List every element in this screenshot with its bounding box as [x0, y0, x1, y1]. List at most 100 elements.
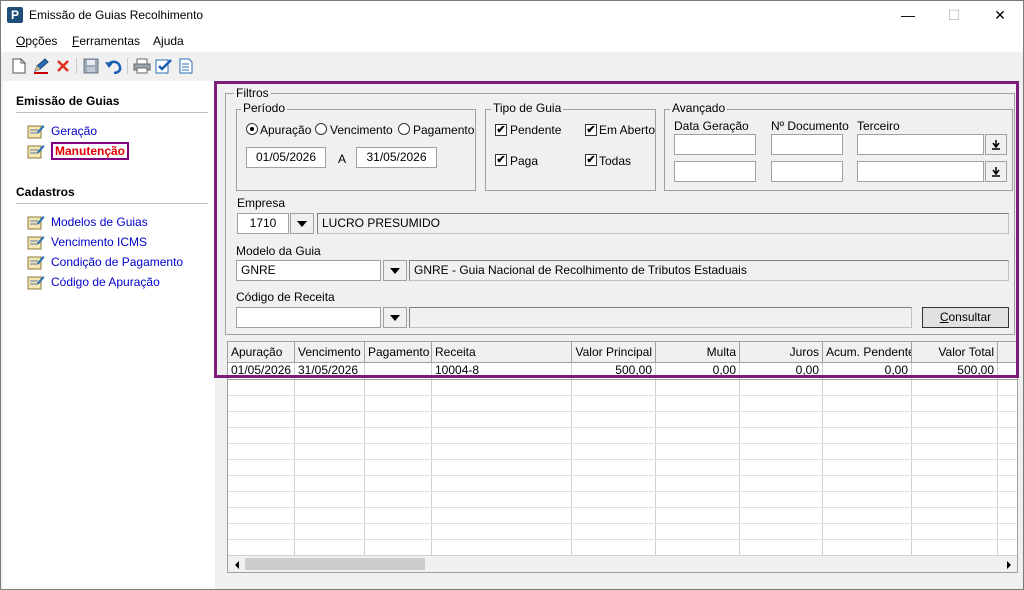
scroll-right-arrow[interactable] — [1001, 557, 1016, 572]
empresa-name-field: LUCRO PRESUMIDO — [317, 213, 1009, 234]
checkbox-em-aberto-label: Em Aberto — [599, 123, 656, 137]
codigo-receita-dropdown-button[interactable] — [383, 307, 407, 328]
col-header-valor-total[interactable]: Valor Total — [912, 342, 998, 362]
nav-item-manutencao[interactable]: Manutenção — [27, 142, 130, 160]
modelo-guia-name-field: GNRE - Guia Nacional de Recolhimento de … — [409, 260, 1009, 281]
modelo-guia-code-input[interactable]: GNRE — [236, 260, 381, 281]
minimize-button[interactable]: — — [885, 1, 931, 30]
checkbox-todas[interactable]: ✔ — [585, 154, 597, 166]
avancado-title: Avançado — [670, 101, 728, 115]
nav-item-condicao-pagamento-label: Condição de Pagamento — [51, 255, 184, 269]
scroll-thumb[interactable] — [245, 558, 425, 570]
grid-row-line — [228, 523, 1017, 524]
window-title: Emissão de Guias Recolhimento — [29, 8, 204, 22]
cell-valor-principal: 500,00 — [615, 363, 652, 377]
empresa-dropdown-button[interactable] — [290, 213, 314, 234]
checkbox-pendente[interactable]: ✔ — [495, 124, 507, 136]
codigo-receita-code-input[interactable] — [236, 307, 381, 328]
nav-divider — [16, 112, 208, 113]
tipo-guia-title: Tipo de Guia — [491, 101, 564, 115]
col-header-receita[interactable]: Receita — [432, 342, 572, 362]
col-header-valor-principal[interactable]: Valor Principal — [572, 342, 656, 362]
terceiro-label: Terceiro — [857, 119, 900, 133]
nav-item-codigo-apuracao-label: Código de Apuração — [51, 275, 160, 289]
col-header-acum-pendente[interactable]: Acum. Pendente — [823, 342, 912, 362]
arrow-right-icon — [1006, 560, 1011, 569]
cell-receita: 10004-8 — [435, 363, 480, 377]
radio-pagamento-label: Pagamento — [413, 123, 475, 137]
grid-row-line — [228, 459, 1017, 460]
horizontal-scrollbar[interactable] — [228, 555, 1017, 572]
grid-header: Apuração Vencimento Pagamento Receita Va… — [228, 342, 1017, 363]
nav-item-vencimento-icms[interactable]: Vencimento ICMS — [27, 234, 147, 250]
menu-ferramentas[interactable]: Ferramentas — [72, 34, 140, 48]
radio-pagamento[interactable] — [398, 123, 410, 135]
radio-apuracao[interactable] — [246, 123, 258, 135]
terceiro-from-lookup[interactable] — [985, 134, 1007, 155]
data-geracao-from-input[interactable] — [674, 134, 756, 155]
terceiro-from-input[interactable] — [857, 134, 984, 155]
data-geracao-to-input[interactable] — [674, 161, 756, 182]
menu-ajuda-label: uda — [163, 34, 184, 48]
data-geracao-label: Data Geração — [674, 119, 749, 133]
results-grid: Apuração Vencimento Pagamento Receita Va… — [227, 341, 1018, 573]
grid-row-line — [228, 539, 1017, 540]
consultar-button[interactable]: Consultar — [922, 307, 1009, 328]
arrow-left-icon — [234, 560, 239, 569]
grid-row-line — [228, 491, 1017, 492]
form-pencil-icon — [27, 236, 45, 250]
nav-item-manutencao-label: Manutenção — [51, 142, 130, 160]
menu-ferramentas-label: erramentas — [79, 34, 141, 48]
nav-item-condicao-pagamento[interactable]: Condição de Pagamento — [27, 254, 183, 270]
save-disk-icon[interactable] — [81, 56, 101, 76]
nav-item-codigo-apuracao[interactable]: Código de Apuração — [27, 274, 160, 290]
new-document-icon[interactable] — [9, 56, 29, 76]
undo-icon[interactable] — [103, 56, 123, 76]
filtros-title: Filtros — [234, 86, 271, 100]
modelo-guia-dropdown-button[interactable] — [383, 260, 407, 281]
approve-check-icon[interactable] — [154, 56, 174, 76]
checkbox-paga[interactable]: ✔ — [495, 154, 507, 166]
terceiro-to-lookup[interactable] — [985, 161, 1007, 182]
menu-ajuda[interactable]: Ajuda — [153, 34, 184, 48]
checkbox-em-aberto[interactable]: ✔ — [585, 124, 597, 136]
scroll-left-arrow[interactable] — [229, 557, 244, 572]
date-to-input[interactable]: 31/05/2026 — [356, 147, 437, 168]
form-pencil-icon — [27, 256, 45, 270]
toolbar — [1, 52, 1023, 79]
print-icon[interactable] — [132, 56, 152, 76]
empresa-code-input[interactable]: 1710 — [237, 213, 289, 234]
codigo-receita-label: Código de Receita — [236, 290, 335, 304]
nav-item-geracao[interactable]: Geração — [27, 123, 97, 139]
cell-vencimento: 31/05/2026 — [298, 363, 359, 377]
radio-apuracao-label: Apuração — [260, 123, 312, 137]
col-header-vencimento[interactable]: Vencimento — [295, 342, 365, 362]
col-header-apuracao[interactable]: Apuração — [228, 342, 295, 362]
nav-item-modelos-guias[interactable]: Modelos de Guias — [27, 214, 148, 230]
terceiro-to-input[interactable] — [857, 161, 984, 182]
modelo-guia-label: Modelo da Guia — [236, 244, 321, 258]
n-documento-label: Nº Documento — [771, 119, 849, 133]
menu-opcoes[interactable]: Opções — [16, 34, 57, 48]
radio-vencimento[interactable] — [315, 123, 327, 135]
delete-x-icon[interactable] — [53, 56, 73, 76]
checkbox-todas-label: Todas — [599, 154, 632, 168]
date-from-input[interactable]: 01/05/2026 — [246, 147, 326, 168]
col-header-pagamento[interactable]: Pagamento — [365, 342, 432, 362]
edit-pencil-icon[interactable] — [31, 56, 51, 76]
grid-row-line — [228, 427, 1017, 428]
maximize-button[interactable]: ☐ — [931, 1, 977, 30]
nav-section-emissao: Emissão de Guias — [16, 94, 120, 108]
n-documento-from-input[interactable] — [771, 134, 843, 155]
col-header-juros[interactable]: Juros — [740, 342, 823, 362]
checkbox-paga-label: Paga — [510, 154, 539, 168]
report-icon[interactable] — [176, 56, 196, 76]
close-button[interactable]: ✕ — [977, 1, 1023, 30]
app-logo-icon: P — [7, 7, 23, 23]
menu-bar: Opções Ferramentas Ajuda — [1, 30, 1023, 52]
n-documento-to-input[interactable] — [771, 161, 843, 182]
title-bar: P Emissão de Guias Recolhimento — ☐ ✕ — [1, 1, 1023, 30]
toolbar-separator — [76, 58, 77, 74]
col-header-multa[interactable]: Multa — [656, 342, 740, 362]
radio-vencimento-label: Vencimento — [330, 123, 393, 137]
